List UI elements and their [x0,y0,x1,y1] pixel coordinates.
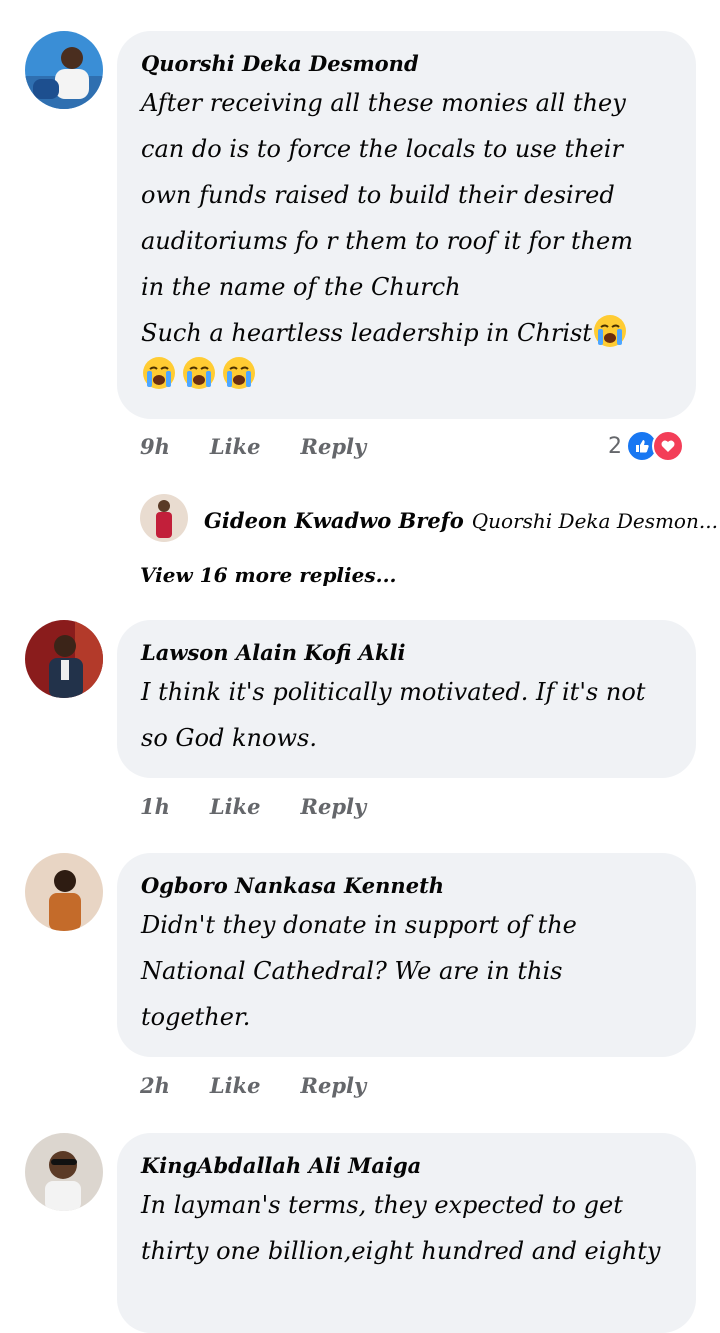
comment-line: Didn't they donate in support of the [141,911,577,939]
comment-bubble: Lawson Alain Kofi Akli I think it's poli… [117,620,696,778]
comment-text: Didn't they donate in support of the Nat… [141,902,696,1040]
crying-face-icon [183,357,215,389]
reply-avatar[interactable] [140,494,188,542]
comment-actions: 9h Like Reply [140,434,406,459]
comment-author[interactable]: Lawson Alain Kofi Akli [141,640,696,665]
comment-line: National Cathedral? We are in this [141,957,563,985]
timestamp[interactable]: 1h [140,794,170,819]
like-button[interactable]: Like [210,434,261,459]
reply-button[interactable]: Reply [301,1073,367,1098]
timestamp[interactable]: 9h [140,434,170,459]
like-button[interactable]: Like [210,1073,261,1098]
comment-actions: 2h Like Reply [140,1073,406,1098]
comment-text: After receiving all these monies all the… [141,80,696,398]
love-reaction-icon [652,430,684,462]
avatar[interactable] [25,1133,103,1211]
comment-bubble: Quorshi Deka Desmond After receiving all… [117,31,696,419]
avatar[interactable] [25,620,103,698]
reply-author[interactable]: Gideon Kwadwo Brefo [204,508,464,533]
crying-face-icon [223,357,255,389]
comment-line: so God knows. [141,724,317,752]
timestamp[interactable]: 2h [140,1073,170,1098]
reply-preview-row[interactable]: Gideon Kwadwo Brefo Quorshi Deka Desmon.… [204,508,718,533]
comment-line: in the name of the Church [141,273,461,301]
comment-text: In layman's terms, they expected to get … [141,1182,696,1274]
view-more-replies-link[interactable]: View 16 more replies... [140,563,397,587]
avatar[interactable] [25,853,103,931]
comment-bubble: Ogboro Nankasa Kenneth Didn't they donat… [117,853,696,1057]
reply-preview-text: Quorshi Deka Desmon... [471,508,718,533]
comment-line-with-emoji: Such a heartless leadership in Christ [141,310,696,356]
comment-line: thirty one billion,eight hundred and eig… [141,1237,661,1265]
like-button[interactable]: Like [210,794,261,819]
emoji-line [141,352,696,398]
crying-face-icon [143,357,175,389]
comment-line: can do is to force the locals to use the… [141,135,623,163]
crying-face-icon [593,315,626,347]
avatar[interactable] [25,31,103,109]
reaction-count: 2 [608,433,622,459]
comment-author[interactable]: Quorshi Deka Desmond [141,51,696,76]
comment-author[interactable]: KingAbdallah Ali Maiga [141,1153,696,1178]
comment-line: together. [141,1003,251,1031]
reaction-summary[interactable]: 2 [608,430,684,462]
comment-actions: 1h Like Reply [140,794,406,819]
comment-line: In layman's terms, they expected to get [141,1191,623,1219]
comment-line: own funds raised to build their desired [141,181,615,209]
comment-line: After receiving all these monies all the… [141,89,626,117]
reply-button[interactable]: Reply [301,794,367,819]
comment-line: I think it's politically motivated. If i… [141,678,646,706]
comment-bubble: KingAbdallah Ali Maiga In layman's terms… [117,1133,696,1333]
comment-text: I think it's politically motivated. If i… [141,669,696,761]
comment-author[interactable]: Ogboro Nankasa Kenneth [141,873,696,898]
reply-button[interactable]: Reply [301,434,367,459]
comment-line: auditoriums fo r them to roof it for the… [141,227,634,255]
comment-line: Such a heartless leadership in Christ [141,319,592,347]
